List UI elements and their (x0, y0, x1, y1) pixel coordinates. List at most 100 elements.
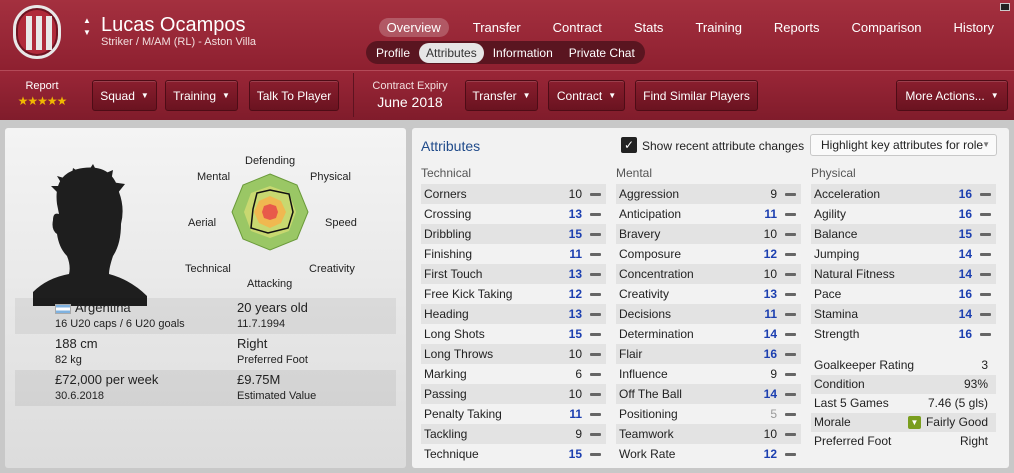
attribute-row[interactable]: Heading 13 (421, 304, 606, 324)
tab-reports[interactable]: Reports (766, 18, 828, 37)
mental-header: Mental (616, 166, 653, 180)
contract-expiry-label: Contract Expiry (372, 80, 448, 92)
attribute-row[interactable]: Bravery 10 (616, 224, 801, 244)
attribute-row[interactable]: First Touch 13 (421, 264, 606, 284)
radar-label-attacking: Attacking (247, 278, 293, 290)
attribute-row[interactable]: Penalty Taking 11 (421, 404, 606, 424)
attribute-row[interactable]: Jumping 14 (811, 244, 996, 264)
subtab-private-chat[interactable]: Private Chat (562, 43, 642, 63)
attribute-row[interactable]: Work Rate 12 (616, 444, 801, 464)
attribute-row[interactable]: Determination 14 (616, 324, 801, 344)
show-changes-label[interactable]: Show recent attribute changes (642, 139, 804, 153)
tab-stats[interactable]: Stats (626, 18, 672, 37)
club-crest-icon[interactable] (13, 5, 61, 59)
morale-icon: ▼ (907, 416, 921, 430)
attribute-row[interactable]: Influence 9 (616, 364, 801, 384)
chevron-down-icon[interactable]: ▼ (80, 27, 94, 39)
attribute-name: Finishing (424, 247, 473, 261)
attribute-row[interactable]: Balance 15 (811, 224, 996, 244)
attribute-row[interactable]: Tackling 9 (421, 424, 606, 444)
talk-to-player-button[interactable]: Talk To Player (249, 80, 339, 111)
attribute-name: Flair (619, 347, 643, 361)
attribute-row[interactable]: Flair 16 (616, 344, 801, 364)
attribute-value: 10 (568, 387, 582, 401)
player-weight: 82 kg (55, 354, 82, 366)
radar-label-mental: Mental (197, 171, 231, 183)
transfer-label: Transfer (472, 88, 517, 103)
attribute-row[interactable]: Long Throws 10 (421, 344, 606, 364)
attribute-value: 11 (569, 247, 582, 261)
attribute-name: Jumping (814, 247, 860, 261)
radar-label-defending: Defending (245, 155, 296, 167)
caret-down-icon: ▼ (990, 91, 999, 100)
attribute-row[interactable]: Corners 10 (421, 184, 606, 204)
attribute-row[interactable]: Dribbling 15 (421, 224, 606, 244)
highlight-role-dropdown[interactable]: Highlight key attributes for role ▼ (810, 134, 997, 156)
player-position-club[interactable]: Striker / M/AM (RL) - Aston Villa (101, 36, 256, 48)
contract-button[interactable]: Contract ▼ (548, 80, 625, 111)
attribute-row[interactable]: Crossing 13 (421, 204, 606, 224)
attribute-row[interactable]: Creativity 13 (616, 284, 801, 304)
transfer-button[interactable]: Transfer ▼ (465, 80, 538, 111)
find-similar-players-button[interactable]: Find Similar Players (635, 80, 758, 111)
attribute-value: 13 (568, 267, 582, 281)
attribute-row[interactable]: Concentration 10 (616, 264, 801, 284)
no-change-icon (980, 193, 991, 196)
attribute-row[interactable]: Pace 16 (811, 284, 996, 304)
attribute-value: 13 (763, 287, 777, 301)
tab-history[interactable]: History (946, 18, 1002, 37)
chevron-up-icon[interactable]: ▲ (80, 15, 94, 27)
attribute-row[interactable]: Decisions 11 (616, 304, 801, 324)
date-of-birth: 11.7.1994 (237, 318, 286, 330)
subtab-attributes[interactable]: Attributes (419, 42, 484, 63)
subtab-information[interactable]: Information (486, 43, 560, 63)
screen-mode-icon[interactable] (1000, 3, 1010, 11)
no-change-icon (785, 433, 796, 436)
report-rating[interactable]: Report ★★★★★ (8, 80, 76, 108)
attribute-row[interactable]: Aggression 9 (616, 184, 801, 204)
caret-down-icon: ▼ (140, 91, 149, 100)
training-button[interactable]: Training ▼ (165, 80, 238, 111)
tab-transfer[interactable]: Transfer (465, 18, 529, 37)
attribute-value: 12 (763, 247, 777, 261)
attribute-name: Influence (619, 367, 668, 381)
subtab-profile[interactable]: Profile (369, 43, 417, 63)
contract-expiry: Contract Expiry June 2018 (366, 80, 454, 110)
tab-contract[interactable]: Contract (545, 18, 610, 37)
attribute-row[interactable]: Composure 12 (616, 244, 801, 264)
squad-button[interactable]: Squad ▼ (92, 80, 157, 111)
no-change-icon (590, 433, 601, 436)
attribute-row[interactable]: Marking 6 (421, 364, 606, 384)
squad-label: Squad (100, 88, 135, 103)
tab-training[interactable]: Training (687, 18, 749, 37)
attribute-name: Bravery (619, 227, 661, 241)
player-height: 188 cm (55, 336, 98, 351)
attribute-row[interactable]: Strength 16 (811, 324, 996, 344)
attribute-row[interactable]: Technique 15 (421, 444, 606, 464)
no-change-icon (590, 373, 601, 376)
attribute-row[interactable]: Passing 10 (421, 384, 606, 404)
tab-overview[interactable]: Overview (378, 18, 449, 37)
attribute-row[interactable]: Teamwork 10 (616, 424, 801, 444)
info-name: Condition (814, 377, 865, 391)
attribute-row[interactable]: Acceleration 16 (811, 184, 996, 204)
attribute-row[interactable]: Free Kick Taking 12 (421, 284, 606, 304)
attribute-row[interactable]: Agility 16 (811, 204, 996, 224)
player-age: 20 years old (237, 300, 308, 315)
attribute-row[interactable]: Long Shots 15 (421, 324, 606, 344)
attribute-row[interactable]: Off The Ball 14 (616, 384, 801, 404)
mental-column: Mental Aggression 9 Anticipation 11 Bravery 1… (616, 166, 801, 464)
attribute-row[interactable]: Finishing 11 (421, 244, 606, 264)
attribute-row[interactable]: Anticipation 11 (616, 204, 801, 224)
no-change-icon (785, 413, 796, 416)
attribute-row[interactable]: Stamina 14 (811, 304, 996, 324)
no-change-icon (785, 393, 796, 396)
show-changes-checkbox[interactable]: ✓ (621, 137, 637, 153)
player-nav-arrows[interactable]: ▲ ▼ (80, 15, 94, 39)
more-actions-button[interactable]: More Actions... ▼ (896, 80, 1008, 111)
attribute-row[interactable]: Natural Fitness 14 (811, 264, 996, 284)
sub-tabs: Profile Attributes Information Private C… (366, 41, 645, 64)
attribute-row[interactable]: Positioning 5 (616, 404, 801, 424)
tab-comparison[interactable]: Comparison (843, 18, 929, 37)
nationality[interactable]: Argentina (55, 300, 131, 315)
